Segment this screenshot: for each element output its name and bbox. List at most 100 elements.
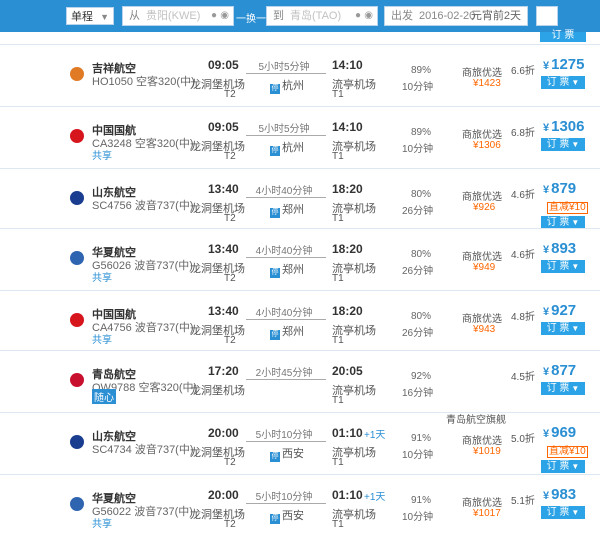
departure-time: 09:05 xyxy=(208,58,239,72)
arrival-terminal: T1 xyxy=(332,457,344,468)
chevron-down-icon: ▼ xyxy=(571,462,580,471)
airline-logo-icon xyxy=(70,313,84,327)
departure-airport: 龙洞堡机场 xyxy=(190,141,245,153)
ticket-price: ¥879 xyxy=(543,180,576,197)
stopover-icon: 停 xyxy=(270,268,280,278)
average-delay: 16分钟 xyxy=(402,388,434,399)
duration-line xyxy=(246,135,326,136)
departure-time: 20:00 xyxy=(208,426,239,440)
ontime-rate: 89% xyxy=(410,65,431,76)
flight-row: 中国国航 CA4756 波音737(中) 共享 13:40 龙洞堡机场 T2 4… xyxy=(0,290,600,351)
from-city-input[interactable]: 从贵阳(KWE) ● ◉ xyxy=(122,6,234,26)
chevron-down-icon: ▼ xyxy=(571,508,580,517)
cabin-label[interactable]: 商旅优选 xyxy=(462,248,502,263)
swap-cities-button[interactable]: 一换一 xyxy=(236,10,266,25)
cabin-label[interactable]: 商旅优选 xyxy=(462,432,502,447)
duration-line xyxy=(246,379,326,380)
cabin-label[interactable]: 商旅优选 xyxy=(462,64,502,79)
departure-airport: 龙洞堡机场 xyxy=(190,325,245,337)
discount-label: 4.6折 xyxy=(511,190,535,201)
flight-row: 华夏航空 G56026 波音737(中) 共享 13:40 龙洞堡机场 T2 4… xyxy=(0,228,600,289)
airline-logo-icon xyxy=(70,67,84,81)
microphone-icon[interactable]: ● xyxy=(355,7,361,25)
book-button[interactable]: 订 票 xyxy=(540,31,586,42)
ontime-rate: 91% xyxy=(410,495,431,506)
tax-price: ¥1019 xyxy=(473,446,501,457)
location-pin-icon[interactable]: ◉ xyxy=(220,7,229,25)
location-pin-icon[interactable]: ◉ xyxy=(364,7,373,25)
departure-terminal: T2 xyxy=(224,89,236,100)
average-delay: 26分钟 xyxy=(402,206,434,217)
to-prefix: 到 xyxy=(273,10,284,22)
arrival-time: 18:20 xyxy=(332,182,363,196)
date-prefix: 出发 xyxy=(391,10,413,22)
ticket-price: ¥893 xyxy=(543,240,576,257)
book-button[interactable]: 订 票 ▼ xyxy=(541,138,585,151)
flight-code: HO1050 xyxy=(92,76,133,88)
flight-duration: 5小时10分钟 xyxy=(255,430,313,441)
stopover-icon: 停 xyxy=(270,452,280,462)
arrival-time: 01:10 xyxy=(332,426,363,440)
stopover[interactable]: 停西安 xyxy=(270,445,304,462)
stopover[interactable]: 停杭州 xyxy=(270,77,304,94)
codeshare-label: 共享 xyxy=(92,151,112,162)
departure-terminal: T2 xyxy=(224,213,236,224)
departure-time: 13:40 xyxy=(208,182,239,196)
airline-logo-icon xyxy=(70,435,84,449)
microphone-icon[interactable]: ● xyxy=(211,7,217,25)
stopover[interactable]: 停西安 xyxy=(270,507,304,524)
stopover[interactable]: 停杭州 xyxy=(270,139,304,156)
book-label: 订 票 xyxy=(546,217,570,228)
stopover[interactable]: 停郑州 xyxy=(270,201,304,218)
departure-date-input[interactable]: 出发 2016-02-20 元宵前2天 xyxy=(384,6,528,26)
tax-price: ¥943 xyxy=(473,324,496,335)
airline-logo-icon xyxy=(70,497,84,511)
next-day-label: +1天 xyxy=(364,430,386,441)
cabin-label[interactable]: 商旅优选 xyxy=(462,188,502,203)
average-delay: 26分钟 xyxy=(402,266,434,277)
price-value: 983 xyxy=(551,486,577,503)
cabin-label[interactable]: 商旅优选 xyxy=(462,310,502,325)
book-button[interactable]: 订 票 ▼ xyxy=(541,382,585,395)
stopover-city: 郑州 xyxy=(282,204,304,216)
price-value: 927 xyxy=(551,302,577,319)
ontime-rate: 89% xyxy=(410,127,431,138)
book-button[interactable]: 订 票 ▼ xyxy=(541,460,585,473)
yen-symbol: ¥ xyxy=(543,306,550,318)
stopover[interactable]: 停郑州 xyxy=(270,261,304,278)
stopover[interactable]: 停郑州 xyxy=(270,323,304,340)
aircraft-type: 波音737(中) xyxy=(134,506,193,518)
stopover-city: 杭州 xyxy=(282,80,304,92)
trip-type-select[interactable]: 单程 ▼ xyxy=(66,7,114,25)
arrival-time: 18:20 xyxy=(332,304,363,318)
flagship-label: 青岛航空旗舰 xyxy=(446,415,506,426)
departure-airport: 龙洞堡机场 xyxy=(190,263,245,275)
ticket-price: ¥877 xyxy=(543,362,576,379)
aircraft-type: 波音737(中) xyxy=(134,322,194,334)
cabin-label[interactable]: 商旅优选 xyxy=(462,126,502,141)
flight-row: 山东航空 SC4734 波音737(中) 20:00 龙洞堡机场 T2 5小时1… xyxy=(0,412,600,473)
yen-symbol: ¥ xyxy=(543,184,550,196)
discount-badge: 直减¥10 xyxy=(547,446,588,458)
book-button[interactable]: 订 票 ▼ xyxy=(541,506,585,519)
ticket-price: ¥1275 xyxy=(543,56,585,73)
cabin-label[interactable]: 商旅优选 xyxy=(462,494,502,509)
arrival-terminal: T1 xyxy=(332,213,344,224)
departure-terminal: T2 xyxy=(224,335,236,346)
discount-label: 6.6折 xyxy=(511,66,535,77)
return-date-toggle[interactable] xyxy=(536,6,558,26)
book-button[interactable]: 订 票 ▼ xyxy=(541,260,585,273)
yen-symbol: ¥ xyxy=(543,244,550,256)
to-city-input[interactable]: 到青岛(TAO) ● ◉ xyxy=(266,6,378,26)
flight-row: 中国国航 CA3248 空客320(中) 共享 09:05 龙洞堡机场 T2 5… xyxy=(0,106,600,167)
discount-label: 6.8折 xyxy=(511,128,535,139)
codeshare-label: 共享 xyxy=(92,273,112,284)
book-button[interactable]: 订 票 ▼ xyxy=(541,322,585,335)
arrival-time: 20:05 xyxy=(332,364,363,378)
yen-symbol: ¥ xyxy=(543,366,550,378)
book-button[interactable]: 订 票 ▼ xyxy=(541,76,585,89)
duration-line xyxy=(246,197,326,198)
price-value: 879 xyxy=(551,180,577,197)
average-delay: 26分钟 xyxy=(402,328,434,339)
stopover-icon: 停 xyxy=(270,330,280,340)
